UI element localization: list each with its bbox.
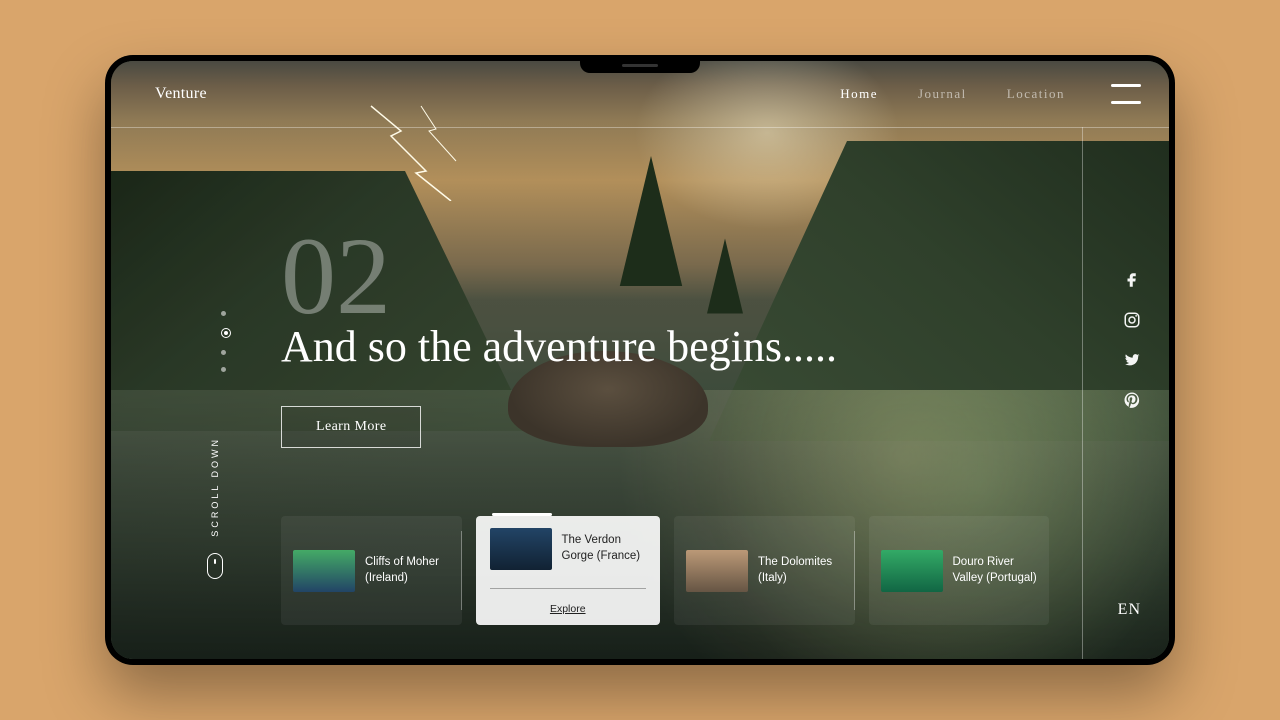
destination-card[interactable]: Cliffs of Moher (Ireland) <box>281 516 462 625</box>
device-notch <box>580 55 700 73</box>
mouse-icon <box>207 553 223 579</box>
page-dot[interactable] <box>221 350 226 355</box>
card-divider <box>461 531 462 610</box>
primary-nav: Home Journal Location <box>840 86 1065 102</box>
nav-location[interactable]: Location <box>1007 86 1065 102</box>
page-dot[interactable] <box>221 311 226 316</box>
language-selector[interactable]: EN <box>1118 601 1141 619</box>
card-divider <box>854 531 855 610</box>
learn-more-button[interactable]: Learn More <box>281 406 421 448</box>
destination-cards: Cliffs of Moher (Ireland) The Verdon Gor… <box>281 516 1049 625</box>
card-thumbnail <box>293 550 355 592</box>
hamburger-menu-icon[interactable] <box>1111 84 1141 104</box>
page-indicator[interactable] <box>221 311 231 372</box>
nav-home[interactable]: Home <box>840 86 878 102</box>
nav-journal[interactable]: Journal <box>918 86 967 102</box>
hero-headline: And so the adventure begins..... <box>281 319 841 374</box>
card-title: The Dolomites (Italy) <box>758 555 843 586</box>
destination-card-active[interactable]: The Verdon Gorge (France) Explore <box>476 516 661 625</box>
card-thumbnail <box>881 550 943 592</box>
page-dot[interactable] <box>221 367 226 372</box>
destination-card[interactable]: The Dolomites (Italy) <box>674 516 855 625</box>
card-thumbnail <box>490 528 552 570</box>
slide-index: 02 <box>281 221 1049 331</box>
scroll-label: SCROLL DOWN <box>210 437 220 537</box>
instagram-icon[interactable] <box>1123 311 1141 329</box>
card-title: Cliffs of Moher (Ireland) <box>365 555 450 586</box>
card-title: Douro River Valley (Portugal) <box>953 555 1038 586</box>
explore-link[interactable]: Explore <box>490 603 647 615</box>
card-separator <box>490 588 647 589</box>
scroll-hint[interactable]: SCROLL DOWN <box>207 437 223 579</box>
twitter-icon[interactable] <box>1123 351 1141 369</box>
destination-card[interactable]: Douro River Valley (Portugal) <box>869 516 1050 625</box>
divider-right <box>1082 127 1083 659</box>
app-screen: Venture Home Journal Location 02 And so … <box>111 61 1169 659</box>
card-title: The Verdon Gorge (France) <box>562 533 647 564</box>
brand-logo[interactable]: Venture <box>155 85 207 103</box>
page-dot-active[interactable] <box>221 328 231 338</box>
card-thumbnail <box>686 550 748 592</box>
device-frame: Venture Home Journal Location 02 And so … <box>105 55 1175 665</box>
pinterest-icon[interactable] <box>1123 391 1141 409</box>
facebook-icon[interactable] <box>1123 271 1141 289</box>
hero-section: 02 And so the adventure begins..... Lear… <box>281 221 1049 448</box>
social-rail <box>1123 271 1141 409</box>
divider-top <box>111 127 1169 128</box>
